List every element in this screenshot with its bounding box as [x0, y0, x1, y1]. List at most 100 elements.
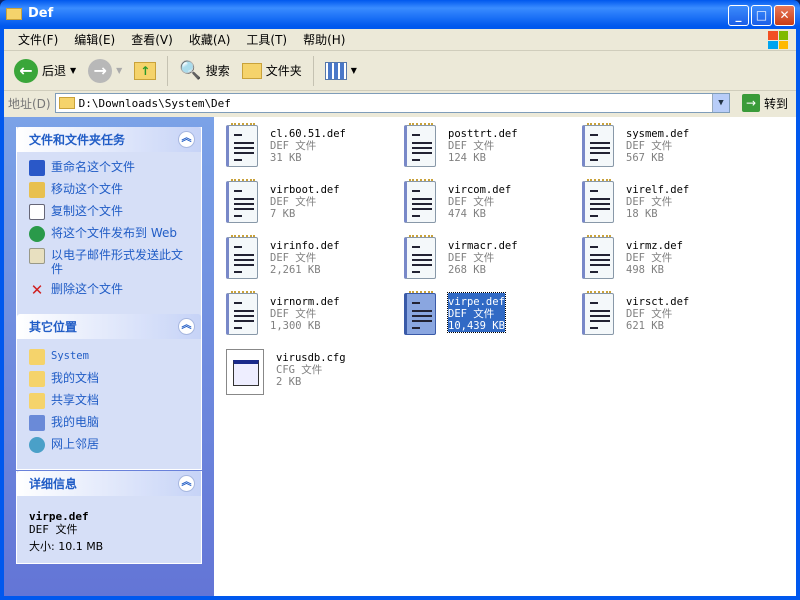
file-list: cl.60.51.def DEF 文件 31 KB posttrt.def DEF 文件…: [214, 117, 796, 596]
file-item[interactable]: vircom.def DEF 文件 474 KB: [404, 179, 574, 231]
text-document-icon: [404, 291, 436, 335]
detail-name: virpe.def: [29, 510, 89, 523]
file-size: 10,439 KB: [448, 320, 505, 332]
collapse-chevron-icon[interactable]: ︽: [178, 318, 195, 335]
file-item[interactable]: virpe.def DEF 文件 10,439 KB: [404, 291, 574, 343]
up-folder-button[interactable]: ↑: [130, 55, 160, 87]
back-button[interactable]: ← 后退 ▼: [10, 55, 80, 87]
file-item[interactable]: cl.60.51.def DEF 文件 31 KB: [226, 123, 396, 175]
address-input[interactable]: D:\Downloads\System\Def ▼: [54, 93, 730, 113]
file-type: CFG 文件: [276, 364, 323, 376]
folders-label: 文件夹: [265, 64, 302, 78]
task-email[interactable]: 以电子邮件形式发送此文件: [29, 248, 191, 276]
file-item[interactable]: virusdb.cfg CFG 文件 2 KB: [226, 349, 396, 399]
place-system[interactable]: System: [29, 349, 191, 365]
place-network[interactable]: 网上邻居: [29, 437, 191, 453]
minimize-button[interactable]: _: [728, 5, 749, 26]
menu-edit[interactable]: 编辑(E): [66, 31, 123, 48]
file-name: virnorm.def: [270, 296, 340, 308]
place-label: 共享文档: [51, 393, 100, 407]
file-name: virmz.def: [626, 240, 683, 252]
title-bar: Def: [6, 6, 53, 21]
windows-logo-icon: [768, 31, 788, 49]
toolbar-separator: [312, 55, 314, 86]
file-item[interactable]: virmz.def DEF 文件 498 KB: [582, 235, 752, 287]
file-item[interactable]: virsct.def DEF 文件 621 KB: [582, 291, 752, 343]
menu-file[interactable]: 文件(F): [10, 31, 66, 48]
file-type: DEF 文件: [448, 252, 495, 264]
place-shared-documents[interactable]: 共享文档: [29, 393, 191, 409]
file-size: 1,300 KB: [270, 320, 321, 332]
file-item[interactable]: virelf.def DEF 文件 18 KB: [582, 179, 752, 231]
my-documents-icon: [29, 371, 45, 387]
panel-header[interactable]: 文件和文件夹任务 ︽: [17, 127, 201, 152]
detail-type: DEF 文件: [29, 523, 78, 536]
file-name: virelf.def: [626, 184, 690, 196]
task-label: 以电子邮件形式发送此文件: [51, 248, 184, 276]
text-document-icon: [226, 235, 258, 279]
file-name: vircom.def: [448, 184, 512, 196]
menu-view[interactable]: 查看(V): [123, 31, 181, 48]
text-document-icon: [582, 179, 614, 223]
file-size: 31 KB: [270, 152, 302, 164]
config-file-icon: [226, 349, 264, 395]
panel-header[interactable]: 其它位置 ︽: [17, 314, 201, 339]
chevron-down-icon: ▼: [70, 66, 77, 75]
forward-button[interactable]: → ▼: [84, 55, 126, 87]
task-label: 删除这个文件: [51, 282, 124, 296]
file-item[interactable]: virnorm.def DEF 文件 1,300 KB: [226, 291, 396, 343]
file-type: DEF 文件: [448, 196, 495, 208]
go-button[interactable]: → 转到: [734, 94, 796, 112]
rename-icon: [29, 160, 45, 176]
email-icon: [29, 248, 45, 264]
up-folder-icon: ↑: [134, 61, 157, 80]
place-label: 网上邻居: [51, 437, 100, 451]
file-size: 124 KB: [448, 152, 486, 164]
menu-help[interactable]: 帮助(H): [295, 31, 353, 48]
file-type: DEF 文件: [626, 196, 673, 208]
task-move[interactable]: 移动这个文件: [29, 182, 191, 198]
menu-favorites[interactable]: 收藏(A): [181, 31, 239, 48]
task-delete[interactable]: ✕ 删除这个文件: [29, 282, 191, 298]
file-type: DEF 文件: [448, 140, 495, 152]
back-label: 后退: [42, 64, 67, 78]
file-item[interactable]: virinfo.def DEF 文件 2,261 KB: [226, 235, 396, 287]
address-bar: 地址(D) D:\Downloads\System\Def ▼ → 转到: [4, 91, 796, 115]
file-item[interactable]: virboot.def DEF 文件 7 KB: [226, 179, 396, 231]
search-button[interactable]: 🔍 搜索: [175, 55, 233, 87]
task-publish-web[interactable]: 将这个文件发布到 Web: [29, 226, 191, 242]
menu-tools[interactable]: 工具(T): [238, 31, 295, 48]
chevron-down-icon: ▼: [350, 66, 357, 75]
collapse-chevron-icon[interactable]: ︽: [178, 131, 195, 148]
close-button[interactable]: ✕: [774, 5, 795, 26]
text-document-icon: [404, 235, 436, 279]
folder-icon: [29, 393, 45, 409]
collapse-chevron-icon[interactable]: ︽: [178, 475, 195, 492]
task-label: 重命名这个文件: [51, 160, 136, 174]
globe-icon: [29, 226, 45, 242]
file-item[interactable]: sysmem.def DEF 文件 567 KB: [582, 123, 752, 175]
views-button[interactable]: ▼: [321, 55, 361, 87]
task-copy[interactable]: 复制这个文件: [29, 204, 191, 220]
file-name: virsct.def: [626, 296, 690, 308]
place-my-documents[interactable]: 我的文档: [29, 371, 191, 387]
file-type: DEF 文件: [270, 308, 317, 320]
place-label: 我的文档: [51, 371, 100, 385]
place-label: 我的电脑: [51, 415, 100, 429]
place-my-computer[interactable]: 我的电脑: [29, 415, 191, 431]
views-icon: [324, 61, 347, 80]
text-document-icon: [226, 291, 258, 335]
address-value: D:\Downloads\System\Def: [78, 96, 231, 110]
file-type: DEF 文件: [270, 196, 317, 208]
panel-header[interactable]: 详细信息 ︽: [17, 471, 201, 496]
toolbar-separator: [167, 55, 169, 86]
file-name: sysmem.def: [626, 128, 690, 140]
task-rename[interactable]: 重命名这个文件: [29, 160, 191, 176]
file-size: 2,261 KB: [270, 264, 321, 276]
file-item[interactable]: posttrt.def DEF 文件 124 KB: [404, 123, 574, 175]
maximize-button[interactable]: □: [751, 5, 772, 26]
go-label: 转到: [763, 96, 788, 111]
file-item[interactable]: virmacr.def DEF 文件 268 KB: [404, 235, 574, 287]
folders-button[interactable]: 文件夹: [238, 55, 306, 87]
address-dropdown-button[interactable]: ▼: [711, 94, 729, 112]
